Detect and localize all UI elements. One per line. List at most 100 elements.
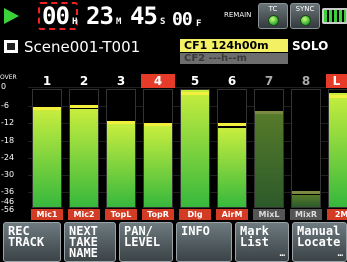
meter-bar <box>180 89 210 208</box>
info-button[interactable]: INFO <box>176 222 232 262</box>
pan-level-button[interactable]: PAN/LEVEL <box>119 222 173 262</box>
play-icon <box>4 8 19 24</box>
peak-hold <box>329 95 347 98</box>
remain-label: REMAIN <box>224 11 252 19</box>
scale-tick: -56 <box>1 205 15 214</box>
meter-level <box>255 114 283 207</box>
channel-name: AirM <box>216 209 248 220</box>
meter-scale: OVER 0 -6 -12 -18 -24 -30 -36 -46 -56 <box>0 74 28 220</box>
level-meters: OVER 0 -6 -12 -18 -24 -30 -36 -46 -56 1 Mic1 2 Mic2… <box>0 74 347 220</box>
rec-track-button[interactable]: REC TRACK <box>3 222 61 262</box>
peak-hold <box>107 121 135 124</box>
channel-number: 6 <box>227 74 237 88</box>
channel-name: TopL <box>105 209 137 220</box>
scale-tick: -30 <box>1 170 15 179</box>
button-label-line: NAME <box>69 246 98 260</box>
channel-name: Mic1 <box>31 209 63 220</box>
meter-level <box>70 109 98 207</box>
peak-hold <box>144 123 172 126</box>
monitor-mode: SOLO <box>292 39 329 53</box>
peak-hold <box>70 105 98 108</box>
channel-number: 8 <box>301 74 311 88</box>
scale-tick: 0 <box>1 82 7 91</box>
meter-channel-7[interactable]: 7 MixL <box>252 74 286 220</box>
function-button-bar: REC TRACK NEXT TAKE NAME PAN/LEVEL INFO Mark Lis… <box>0 222 347 262</box>
tc-led-icon <box>268 15 279 26</box>
mark-list-button[interactable]: Mark List… <box>235 222 289 262</box>
channel-name: MixL <box>253 209 285 220</box>
status-bar: 00 H 23 M 45 S 00 F REMAIN TC SYNC <box>0 0 347 32</box>
timecode-frames-unit: F <box>196 19 202 29</box>
button-label-line: INFO <box>181 224 210 238</box>
sync-badge: SYNC <box>290 3 320 29</box>
channel-name: MixR <box>290 209 322 220</box>
channel-number: 2 <box>79 74 89 88</box>
channel-number: 4 <box>141 74 175 88</box>
channel-name: Dlg <box>179 209 211 220</box>
peak-hold <box>181 92 209 95</box>
scale-tick: -6 <box>1 101 9 110</box>
channel-name: TopR <box>142 209 174 220</box>
cf1-remaining: CF1 124h00m <box>180 39 288 52</box>
project-info-row: Scene001-T001 CF1 124h00m CF2 ---h--m SO… <box>0 36 347 68</box>
battery-icon <box>322 8 347 24</box>
meter-level <box>218 128 246 207</box>
channel-number: L <box>326 74 347 88</box>
meter-channel-3[interactable]: 3 TopL <box>104 74 138 220</box>
channel-name: Mic2 <box>68 209 100 220</box>
button-label-line: Locate <box>297 235 341 249</box>
meter-bar <box>254 89 284 208</box>
meter-level <box>33 109 61 207</box>
channel-number: 7 <box>264 74 274 88</box>
meter-bar <box>69 89 99 208</box>
timecode-hours: 00 <box>42 2 70 30</box>
peak-hold <box>292 191 320 194</box>
channel-number: 1 <box>42 74 52 88</box>
more-ellipsis-icon: … <box>279 249 285 259</box>
scale-title: OVER <box>0 74 17 81</box>
meter-level <box>144 126 172 207</box>
scale-tick: -24 <box>1 153 15 162</box>
scale-tick: -12 <box>1 118 15 127</box>
sync-led-icon <box>300 15 311 26</box>
channel-number: 3 <box>116 74 126 88</box>
timecode-frames: 00 <box>172 9 193 30</box>
tc-badge-label: TC <box>268 5 278 13</box>
meter-bar <box>32 89 62 208</box>
meter-channel-L[interactable]: L 2Mi <box>326 74 347 220</box>
meter-channel-6[interactable]: 6 AirM <box>215 74 249 220</box>
meter-level <box>181 90 209 207</box>
timecode-minutes-unit: M <box>116 17 122 27</box>
folder-icon <box>4 40 18 53</box>
more-ellipsis-icon: … <box>337 249 343 259</box>
meter-level <box>292 195 320 207</box>
cf2-remaining: CF2 ---h--m <box>180 53 288 64</box>
next-take-name-button[interactable]: NEXT TAKE NAME <box>64 222 116 262</box>
meter-channel-5[interactable]: 5 Dlg <box>178 74 212 220</box>
meter-channel-1[interactable]: 1 Mic1 <box>30 74 64 220</box>
peak-hold <box>218 123 246 126</box>
meter-bar <box>291 89 321 208</box>
sync-badge-label: SYNC <box>295 5 315 13</box>
timecode-seconds: 45 <box>130 2 158 30</box>
meter-channel-2[interactable]: 2 Mic2 <box>67 74 101 220</box>
meter-bar <box>217 89 247 208</box>
timecode-seconds-unit: S <box>160 17 166 27</box>
button-label-line: List <box>240 235 269 249</box>
manual-locate-button[interactable]: Manual Locate… <box>292 222 347 262</box>
timecode-hours-unit: H <box>72 17 78 27</box>
meter-bar <box>106 89 136 208</box>
channel-name: 2Mi <box>327 209 347 220</box>
channel-number: 5 <box>190 74 200 88</box>
timecode-minutes: 23 <box>86 2 114 30</box>
tc-badge: TC <box>258 3 288 29</box>
meter-channel-4[interactable]: 4 TopR <box>141 74 175 220</box>
peak-hold <box>255 111 283 114</box>
take-name: Scene001-T001 <box>24 38 141 56</box>
button-label-line: TRACK <box>8 235 45 249</box>
meter-level <box>107 124 135 207</box>
scale-tick: -36 <box>1 187 15 196</box>
scale-tick: -18 <box>1 136 15 145</box>
meter-channel-8[interactable]: 8 MixR <box>289 74 323 220</box>
button-label-line: LEVEL <box>124 235 161 249</box>
